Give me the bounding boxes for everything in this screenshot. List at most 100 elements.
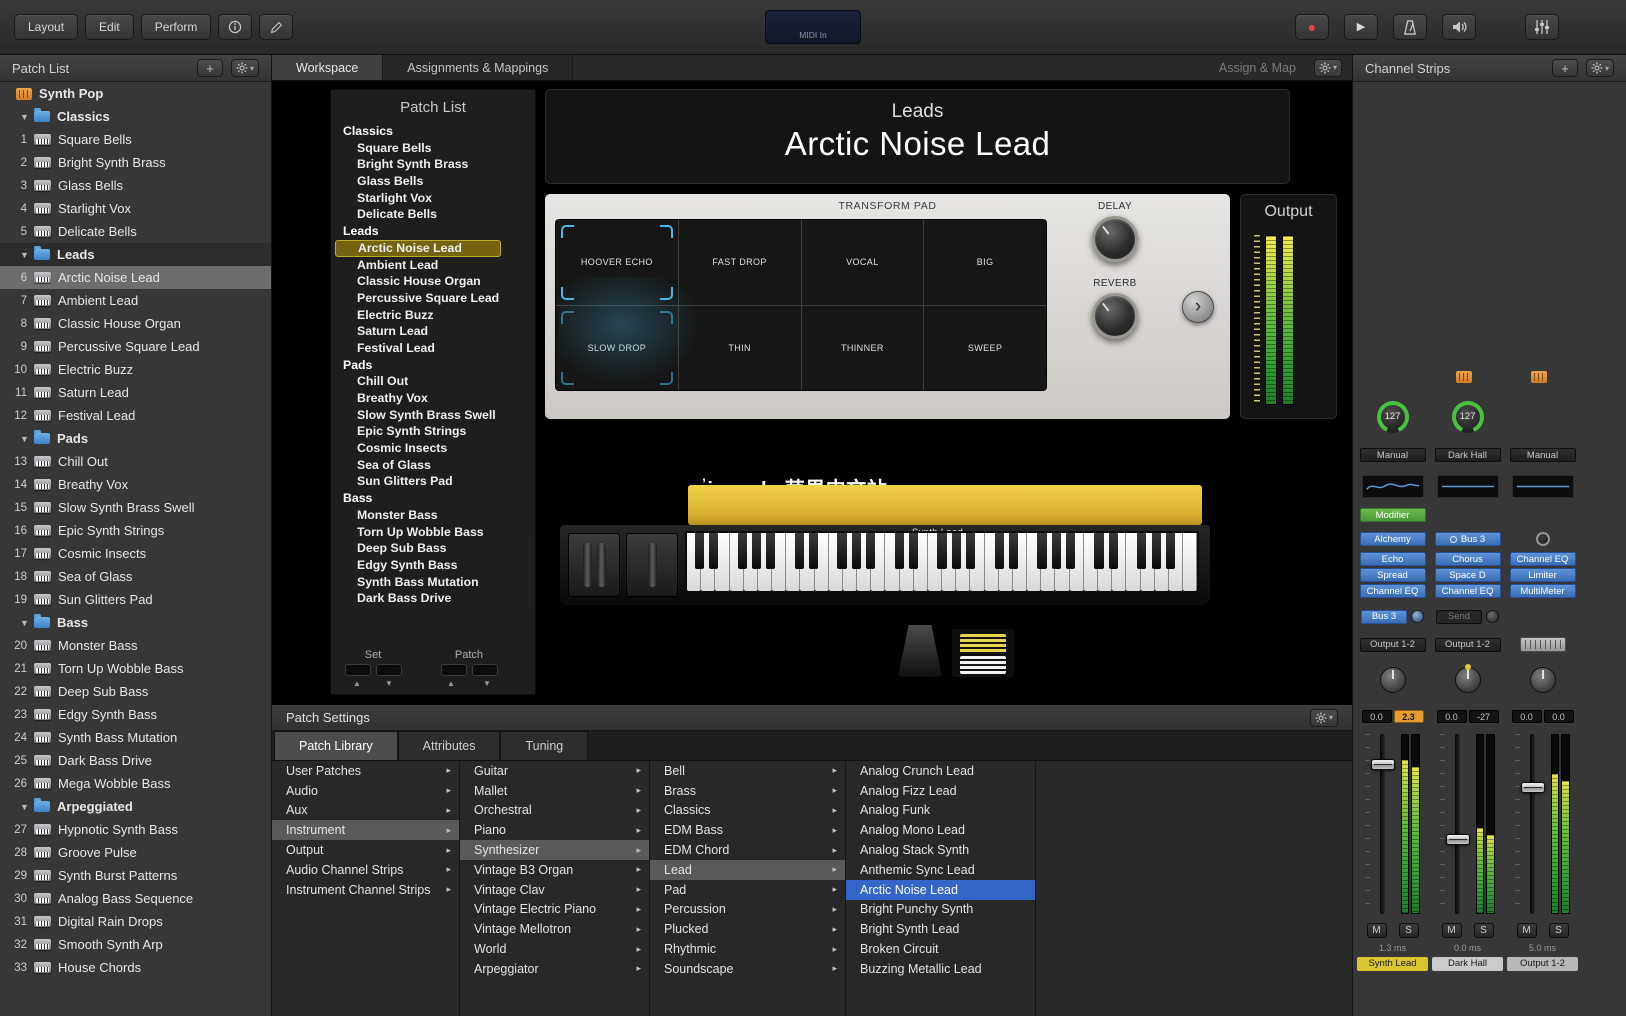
patch-row[interactable]: 2Bright Synth Brass — [0, 151, 271, 174]
record-button[interactable]: ● — [1295, 14, 1329, 40]
menu-item[interactable]: Analog Crunch Lead — [846, 761, 1035, 781]
patch-row[interactable]: 19Sun Glitters Pad — [0, 588, 271, 611]
transform-pad-cell[interactable]: HOOVER ECHO — [556, 220, 678, 305]
workspace-patch-item[interactable]: Dark Bass Drive — [331, 590, 535, 607]
menu-item[interactable]: Bell▸ — [650, 761, 845, 781]
menu-item[interactable]: Lead▸ — [650, 860, 845, 880]
workspace-patch-item[interactable]: Chill Out — [331, 373, 535, 390]
patch-row[interactable]: 8Classic House Organ — [0, 312, 271, 335]
transform-pad-cell[interactable]: VOCAL — [802, 220, 924, 305]
patch-row[interactable]: 14Breathy Vox — [0, 473, 271, 496]
workspace-patch-item[interactable]: Festival Lead — [331, 340, 535, 357]
patch-row[interactable]: 30Analog Bass Sequence — [0, 887, 271, 910]
patch-list-action-menu[interactable]: ▾ — [231, 59, 259, 77]
tab-tuning[interactable]: Tuning — [500, 731, 588, 760]
patch-group-row[interactable]: ▼Arpeggiated — [0, 795, 271, 818]
menu-item[interactable]: Analog Funk — [846, 801, 1035, 821]
pan-knob[interactable] — [1530, 667, 1556, 693]
pan-knob[interactable] — [1380, 667, 1406, 693]
menu-item[interactable]: Soundscape▸ — [650, 959, 845, 979]
menu-item[interactable]: Analog Fizz Lead — [846, 781, 1035, 801]
insert-slot[interactable]: Space D — [1435, 568, 1501, 582]
menu-item[interactable]: Bright Synth Lead — [846, 919, 1035, 939]
menu-item[interactable]: Mallet▸ — [460, 781, 649, 801]
workspace-patch-item[interactable]: Slow Synth Brass Swell — [331, 407, 535, 424]
next-panel-button[interactable]: › — [1182, 291, 1214, 323]
reverb-knob[interactable] — [1092, 293, 1138, 339]
patch-row[interactable]: 10Electric Buzz — [0, 358, 271, 381]
tab-patch-library[interactable]: Patch Library — [274, 731, 398, 760]
delay-knob[interactable] — [1092, 216, 1138, 262]
patch-row[interactable]: 3Glass Bells — [0, 174, 271, 197]
patch-row[interactable]: 23Edgy Synth Bass — [0, 703, 271, 726]
patch-row[interactable]: 25Dark Bass Drive — [0, 749, 271, 772]
workspace-patch-item[interactable]: Epic Synth Strings — [331, 423, 535, 440]
menu-item[interactable]: Analog Stack Synth — [846, 840, 1035, 860]
transform-pad-cell[interactable]: SLOW DROP — [556, 306, 678, 391]
mode-button-edit[interactable]: Edit — [85, 14, 134, 40]
menu-item[interactable]: Anthemic Sync Lead — [846, 860, 1035, 880]
patch-row[interactable]: 7Ambient Lead — [0, 289, 271, 312]
insert-slot[interactable]: Channel EQ — [1510, 552, 1576, 566]
disclosure-triangle-icon[interactable]: ▼ — [20, 802, 34, 812]
tab-attributes[interactable]: Attributes — [398, 731, 501, 760]
menu-item[interactable]: Aux▸ — [272, 801, 459, 821]
menu-item[interactable]: User Patches▸ — [272, 761, 459, 781]
level-knob[interactable]: 127 — [1377, 401, 1409, 433]
insert-slot[interactable]: Channel EQ — [1360, 584, 1426, 598]
pan-knob[interactable] — [1455, 667, 1481, 693]
menu-item[interactable]: Synthesizer▸ — [460, 840, 649, 860]
send-slot[interactable]: Bus 3 — [1361, 610, 1407, 624]
patch-row[interactable]: 24Synth Bass Mutation — [0, 726, 271, 749]
workspace-patch-item[interactable]: Sun Glitters Pad — [331, 473, 535, 490]
metronome-button[interactable] — [1393, 14, 1427, 40]
setting-button[interactable]: Manual — [1360, 448, 1426, 462]
workspace-patch-item[interactable]: Deep Sub Bass — [331, 540, 535, 557]
workspace-patch-item[interactable]: Arctic Noise Lead — [335, 240, 501, 257]
add-channel-strip-button[interactable]: + — [1552, 59, 1578, 77]
patch-row[interactable]: 5Delicate Bells — [0, 220, 271, 243]
workspace-patch-item[interactable]: Breathy Vox — [331, 390, 535, 407]
workspace-patch-item[interactable]: Saturn Lead — [331, 323, 535, 340]
patch-row[interactable]: 16Epic Synth Strings — [0, 519, 271, 542]
transform-pad-cell[interactable]: FAST DROP — [679, 220, 801, 305]
patch-row[interactable]: 29Synth Burst Patterns — [0, 864, 271, 887]
patch-row[interactable]: 13Chill Out — [0, 450, 271, 473]
menu-item[interactable]: Vintage B3 Organ▸ — [460, 860, 649, 880]
channel-strip-inspector-toggle[interactable] — [1525, 14, 1559, 40]
mute-button[interactable]: M — [1367, 923, 1387, 938]
workspace-patch-item[interactable]: Glass Bells — [331, 173, 535, 190]
pencil-button[interactable] — [259, 14, 293, 40]
menu-item[interactable]: Arpeggiator▸ — [460, 959, 649, 979]
menu-item[interactable]: Audio▸ — [272, 781, 459, 801]
menu-item[interactable]: Classics▸ — [650, 801, 845, 821]
workspace-patch-item[interactable]: Edgy Synth Bass — [331, 557, 535, 574]
input-circle-icon[interactable] — [1536, 532, 1550, 546]
input-button[interactable]: Alchemy — [1360, 532, 1426, 546]
master-mute-button[interactable] — [1442, 14, 1476, 40]
strip-name[interactable]: Dark Hall — [1432, 957, 1503, 971]
send-level-knob[interactable] — [1411, 610, 1424, 623]
workspace-patch-item[interactable]: Cosmic Insects — [331, 440, 535, 457]
fader-handle[interactable] — [1521, 782, 1545, 793]
menu-item[interactable]: Instrument▸ — [272, 820, 459, 840]
workspace-patch-item[interactable]: Bright Synth Brass — [331, 156, 535, 173]
insert-slot[interactable]: Channel EQ — [1435, 584, 1501, 598]
mode-button-perform[interactable]: Perform — [141, 14, 212, 40]
patch-previous-button[interactable] — [441, 664, 467, 676]
patch-group-row[interactable]: ▼Leads — [0, 243, 271, 266]
patch-row[interactable]: 18Sea of Glass — [0, 565, 271, 588]
menu-item[interactable]: Arctic Noise Lead — [846, 880, 1035, 900]
volume-value[interactable]: -27 — [1469, 710, 1499, 723]
workspace-action-menu[interactable]: ▾ — [1314, 59, 1342, 77]
workspace-patch-item[interactable]: Delicate Bells — [331, 206, 535, 223]
setting-button[interactable]: Manual — [1510, 448, 1576, 462]
patch-row[interactable]: 32Smooth Synth Arp — [0, 933, 271, 956]
menu-item[interactable]: Instrument Channel Strips▸ — [272, 880, 459, 900]
level-knob[interactable]: 127 — [1452, 401, 1484, 433]
menu-item[interactable]: Output▸ — [272, 840, 459, 860]
menu-item[interactable]: Broken Circuit — [846, 939, 1035, 959]
patch-row[interactable]: 21Torn Up Wobble Bass — [0, 657, 271, 680]
patch-row[interactable]: 12Festival Lead — [0, 404, 271, 427]
transform-pad-cell[interactable]: SWEEP — [924, 306, 1046, 391]
